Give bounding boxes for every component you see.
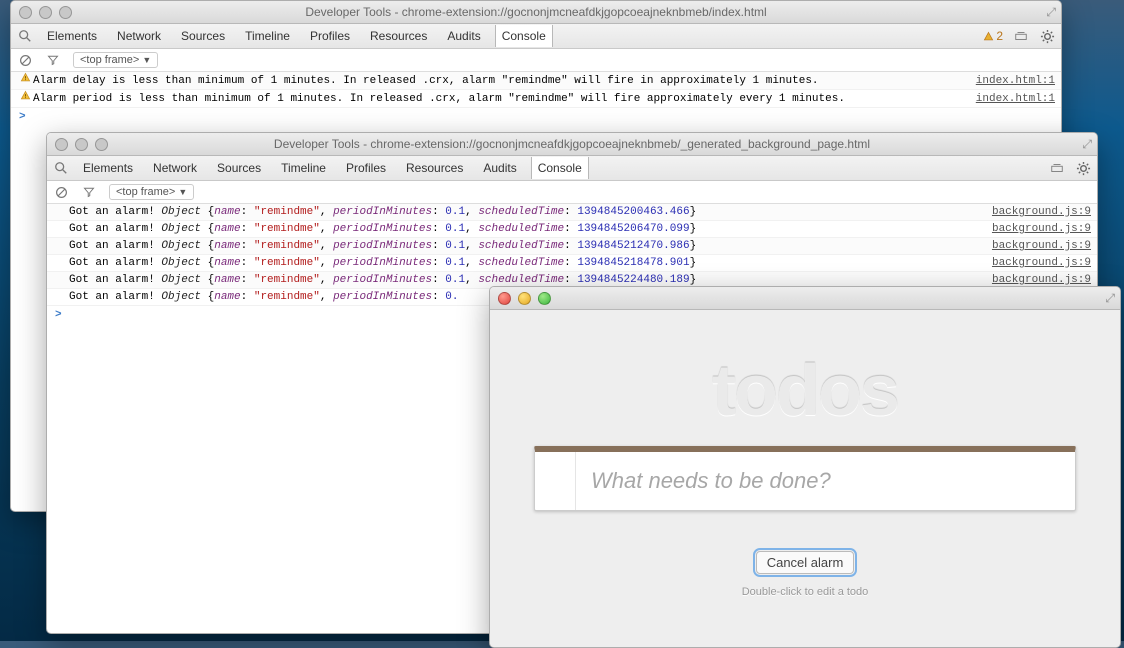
source-link[interactable]: background.js:9 (982, 255, 1091, 271)
expand-icon[interactable]: ⤢ (1082, 137, 1092, 152)
frame-selector[interactable]: <top frame> ▼ (109, 184, 194, 200)
expand-icon[interactable]: ⤢ (1046, 5, 1056, 20)
clear-console-icon[interactable] (17, 52, 33, 68)
console-prompt[interactable]: > (11, 108, 1061, 126)
tab-console[interactable]: Console (531, 157, 589, 179)
warning-icon (17, 72, 33, 83)
tab-sources[interactable]: Sources (211, 157, 267, 179)
clear-console-icon[interactable] (53, 184, 69, 200)
tab-profiles[interactable]: Profiles (304, 25, 356, 47)
tab-audits[interactable]: Audits (441, 25, 486, 47)
log-message: Got an alarm! Object {name: "remindme", … (69, 221, 982, 237)
source-link[interactable]: index.html:1 (966, 91, 1055, 107)
source-link[interactable]: background.js:9 (982, 204, 1091, 220)
filter-icon[interactable] (45, 52, 61, 68)
minimize-icon[interactable] (75, 138, 88, 151)
tab-sources[interactable]: Sources (175, 25, 231, 47)
chevron-down-icon: ▼ (178, 187, 187, 197)
console-warning-row: Alarm period is less than minimum of 1 m… (11, 90, 1061, 108)
devtools-toolbar: Elements Network Sources Timeline Profil… (11, 24, 1061, 49)
filter-icon[interactable] (81, 184, 97, 200)
source-link[interactable]: background.js:9 (982, 221, 1091, 237)
hint-text: Double-click to edit a todo (742, 586, 869, 598)
log-message: Got an alarm! Object {name: "remindme", … (69, 255, 982, 271)
window-title: Developer Tools - chrome-extension://goc… (305, 5, 766, 19)
search-icon[interactable] (17, 28, 33, 44)
console-warning-row: Alarm delay is less than minimum of 1 mi… (11, 72, 1061, 90)
drawer-icon[interactable] (1013, 28, 1029, 44)
tab-profiles[interactable]: Profiles (340, 157, 392, 179)
minimize-icon[interactable] (518, 292, 531, 305)
minimize-icon[interactable] (39, 6, 52, 19)
console-log-row: Got an alarm! Object {name: "remindme", … (47, 238, 1097, 255)
source-link[interactable]: background.js:9 (982, 238, 1091, 254)
console-log-row: Got an alarm! Object {name: "remindme", … (47, 204, 1097, 221)
log-message: Got an alarm! Object {name: "remindme", … (69, 238, 982, 254)
new-todo-input[interactable]: What needs to be done? (535, 452, 1075, 510)
close-icon[interactable] (19, 6, 32, 19)
drawer-icon[interactable] (1049, 160, 1065, 176)
console-log-row: Got an alarm! Object {name: "remindme", … (47, 221, 1097, 238)
tab-console[interactable]: Console (495, 25, 553, 47)
tab-elements[interactable]: Elements (77, 157, 139, 179)
traffic-lights (490, 292, 551, 305)
todo-card: What needs to be done? (534, 446, 1076, 511)
console-sub-toolbar: <top frame> ▼ (11, 49, 1061, 72)
chevron-down-icon: ▼ (142, 55, 151, 65)
warning-count[interactable]: 2 (983, 29, 1003, 43)
tab-timeline[interactable]: Timeline (239, 25, 296, 47)
todos-app-window: ⤢ todos What needs to be done? Cancel al… (489, 286, 1121, 648)
app-body: todos What needs to be done? Cancel alar… (490, 310, 1120, 648)
titlebar[interactable]: Developer Tools - chrome-extension://goc… (47, 133, 1097, 156)
traffic-lights (11, 6, 72, 19)
gear-icon[interactable] (1075, 160, 1091, 176)
log-message: Got an alarm! Object {name: "remindme", … (69, 204, 982, 220)
tab-resources[interactable]: Resources (400, 157, 469, 179)
console-sub-toolbar: <top frame> ▼ (47, 181, 1097, 204)
tab-network[interactable]: Network (147, 157, 203, 179)
search-icon[interactable] (53, 160, 69, 176)
tab-network[interactable]: Network (111, 25, 167, 47)
titlebar[interactable]: Developer Tools - chrome-extension://goc… (11, 1, 1061, 24)
titlebar[interactable]: ⤢ (490, 287, 1120, 310)
zoom-icon[interactable] (59, 6, 72, 19)
console-output: Alarm delay is less than minimum of 1 mi… (11, 72, 1061, 126)
source-link[interactable]: index.html:1 (966, 73, 1055, 89)
window-title: Developer Tools - chrome-extension://goc… (274, 137, 870, 151)
devtools-toolbar: Elements Network Sources Timeline Profil… (47, 156, 1097, 181)
cancel-alarm-button[interactable]: Cancel alarm (756, 551, 855, 574)
tab-resources[interactable]: Resources (364, 25, 433, 47)
close-icon[interactable] (55, 138, 68, 151)
traffic-lights (47, 138, 108, 151)
zoom-icon[interactable] (538, 292, 551, 305)
warning-icon (17, 90, 33, 101)
close-icon[interactable] (498, 292, 511, 305)
console-log-row: Got an alarm! Object {name: "remindme", … (47, 255, 1097, 272)
tab-elements[interactable]: Elements (41, 25, 103, 47)
frame-selector[interactable]: <top frame> ▼ (73, 52, 158, 68)
app-logo: todos (712, 350, 898, 432)
tab-timeline[interactable]: Timeline (275, 157, 332, 179)
expand-icon[interactable]: ⤢ (1105, 291, 1115, 306)
tab-audits[interactable]: Audits (477, 157, 522, 179)
gear-icon[interactable] (1039, 28, 1055, 44)
zoom-icon[interactable] (95, 138, 108, 151)
